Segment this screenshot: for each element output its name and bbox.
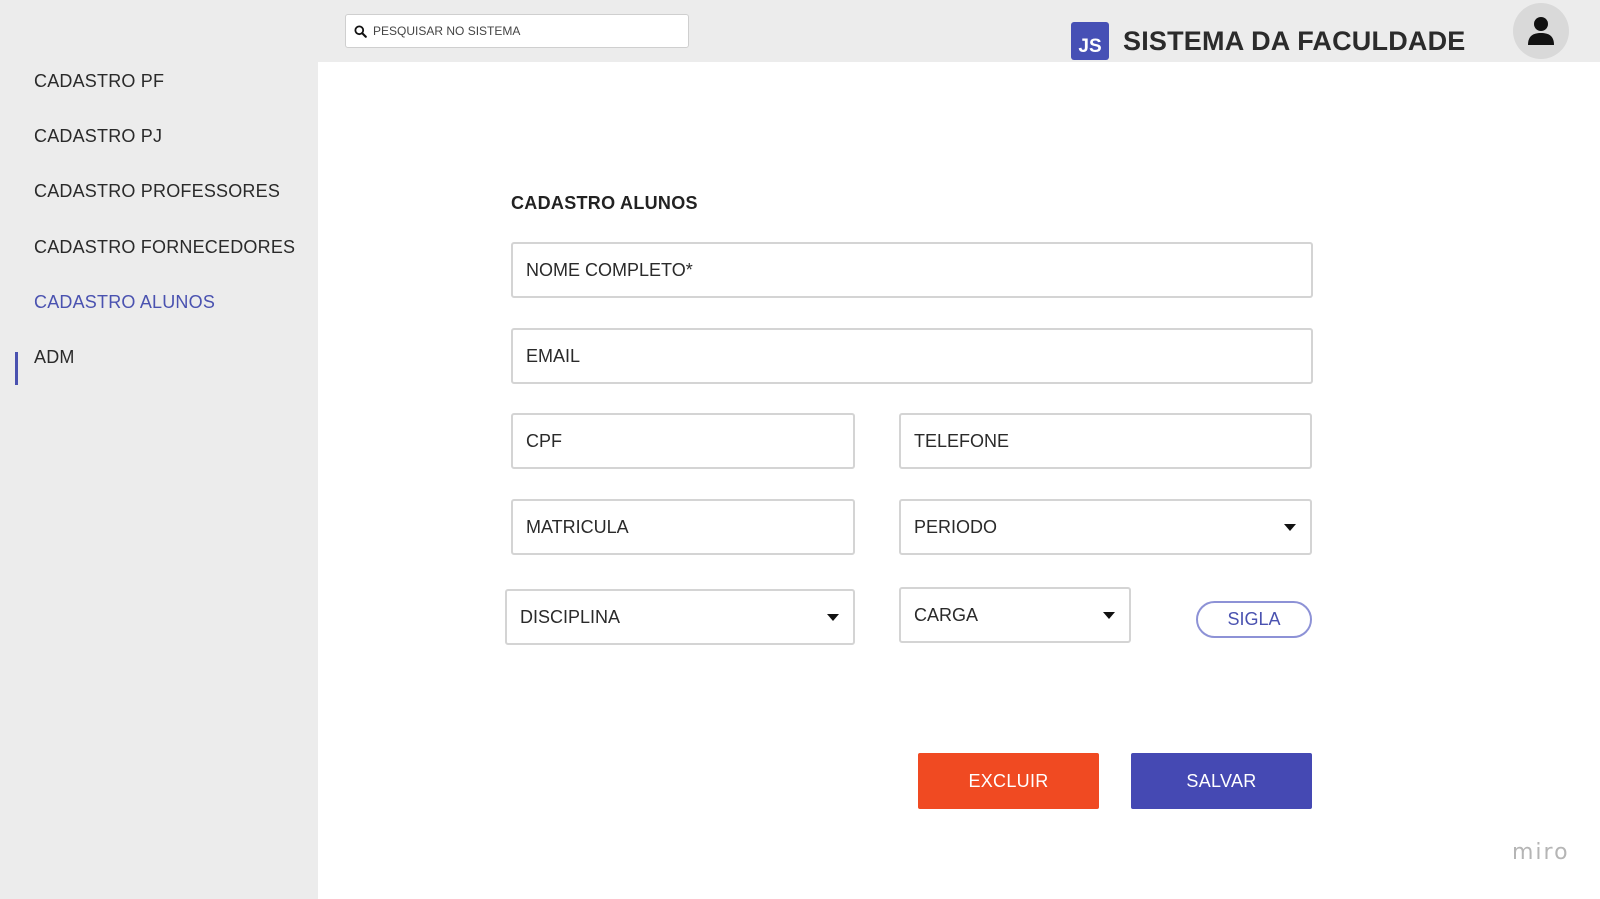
telefone-input[interactable] bbox=[914, 430, 1296, 452]
brand-logo: JS bbox=[1071, 22, 1109, 60]
chevron-down-icon bbox=[1284, 523, 1296, 531]
chevron-down-icon bbox=[1103, 611, 1115, 619]
email-input[interactable] bbox=[526, 345, 1297, 367]
sidebar: CADASTRO PF CADASTRO PJ CADASTRO PROFESS… bbox=[0, 62, 318, 899]
sigla-button[interactable]: SIGLA bbox=[1196, 601, 1312, 638]
matricula-field[interactable] bbox=[511, 499, 855, 555]
brand-title: SISTEMA DA FACULDADE bbox=[1123, 25, 1466, 56]
carga-label: CARGA bbox=[914, 604, 979, 625]
salvar-button[interactable]: SALVAR bbox=[1131, 753, 1312, 809]
cpf-input[interactable] bbox=[526, 430, 839, 452]
search-box[interactable] bbox=[345, 14, 689, 48]
cpf-field[interactable] bbox=[511, 413, 855, 469]
disciplina-label: DISCIPLINA bbox=[520, 606, 621, 627]
sidebar-item-cadastro-pf[interactable]: CADASTRO PF bbox=[34, 71, 164, 92]
brand: JS SISTEMA DA FACULDADE bbox=[1071, 22, 1466, 60]
app-window: JS SISTEMA DA FACULDADE CADASTRO PF CADA… bbox=[0, 0, 1600, 899]
telefone-field[interactable] bbox=[899, 413, 1312, 469]
excluir-button[interactable]: EXCLUIR bbox=[918, 753, 1099, 809]
search-icon bbox=[354, 24, 367, 38]
main-panel: CADASTRO ALUNOS PERIODO DISCIPLINA CARGA bbox=[318, 62, 1600, 899]
periodo-label: PERIODO bbox=[914, 516, 998, 537]
sidebar-item-cadastro-fornecedores[interactable]: CADASTRO FORNECEDORES bbox=[34, 237, 295, 258]
sidebar-item-cadastro-professores[interactable]: CADASTRO PROFESSORES bbox=[34, 181, 280, 202]
matricula-input[interactable] bbox=[526, 516, 839, 538]
sidebar-item-cadastro-pj[interactable]: CADASTRO PJ bbox=[34, 126, 162, 147]
nome-completo-input[interactable] bbox=[526, 259, 1297, 281]
chevron-down-icon bbox=[827, 613, 839, 621]
form-title: CADASTRO ALUNOS bbox=[511, 193, 698, 213]
nome-completo-field[interactable] bbox=[511, 242, 1313, 298]
search-input[interactable] bbox=[373, 24, 673, 38]
sidebar-item-adm[interactable]: ADM bbox=[34, 347, 75, 368]
miro-watermark: miro bbox=[1512, 840, 1570, 865]
user-icon bbox=[1528, 17, 1554, 45]
user-avatar-button[interactable] bbox=[1513, 3, 1569, 59]
email-field[interactable] bbox=[511, 328, 1313, 384]
disciplina-select[interactable]: DISCIPLINA bbox=[505, 589, 855, 645]
sidebar-item-cadastro-alunos[interactable]: CADASTRO ALUNOS bbox=[34, 292, 215, 313]
active-item-indicator bbox=[15, 352, 18, 385]
carga-select[interactable]: CARGA bbox=[899, 587, 1131, 643]
periodo-select[interactable]: PERIODO bbox=[899, 499, 1312, 555]
